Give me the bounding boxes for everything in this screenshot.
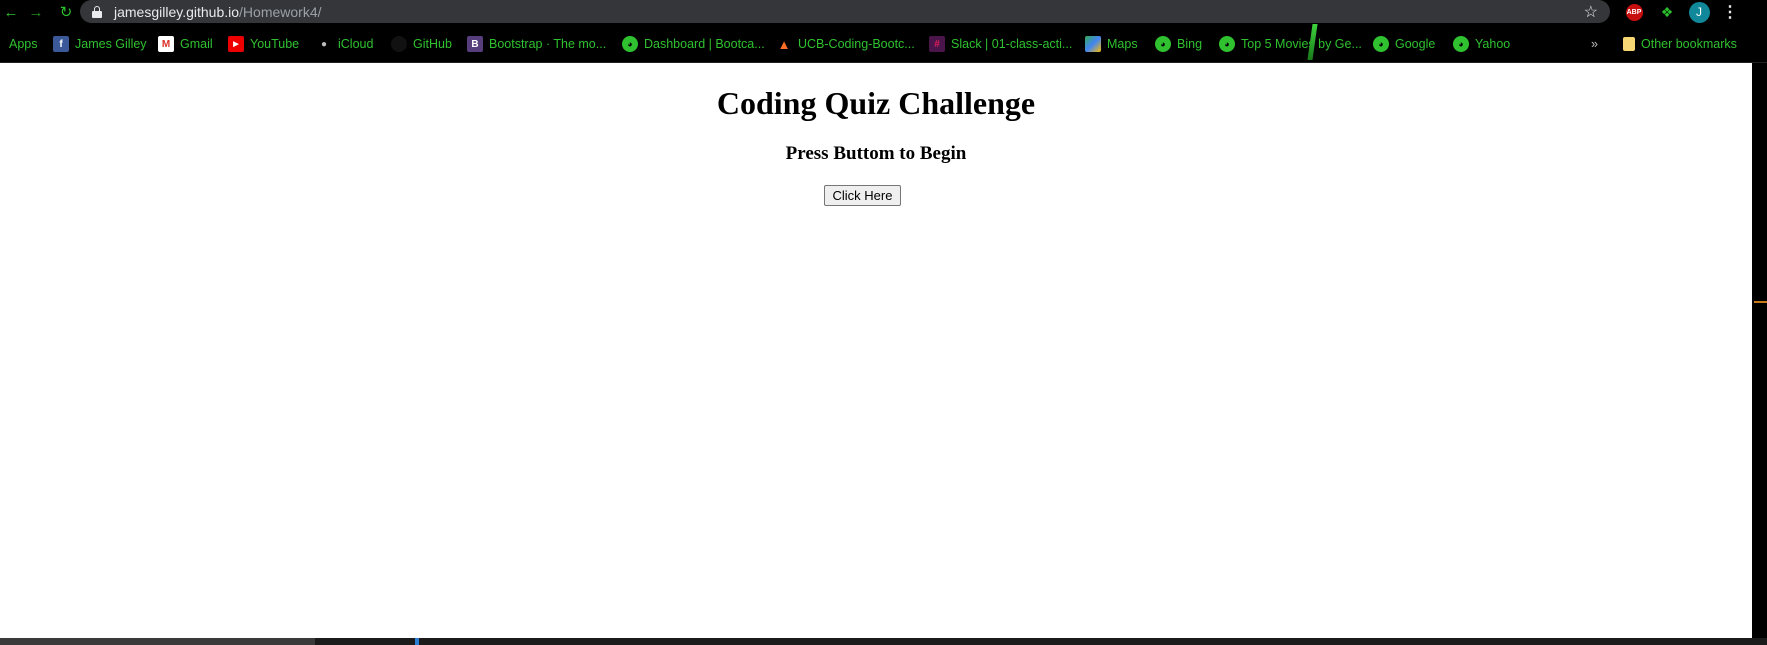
bookmark-apps[interactable]: Apps	[9, 35, 38, 53]
forward-arrow-icon[interactable]: →	[25, 0, 47, 24]
bookmark-label: YouTube	[250, 37, 300, 51]
bookmark-maps[interactable]: Maps	[1085, 35, 1138, 53]
back-arrow-icon[interactable]: ←	[0, 0, 22, 24]
bookmark-slack[interactable]: # Slack | 01-class-acti...	[929, 35, 1072, 53]
bookmark-label: Other bookmarks	[1641, 37, 1737, 51]
bookmark-label: Google	[1395, 37, 1436, 51]
bookmark-google[interactable]: ◕ Google	[1373, 35, 1435, 53]
slack-icon: #	[929, 36, 945, 52]
bookmark-label: James Gilley	[75, 37, 147, 51]
bookmarks-bar: Apps f James Gilley M Gmail ▶ YouTube ● …	[0, 24, 1767, 63]
other-bookmarks[interactable]: Other bookmarks	[1623, 35, 1737, 53]
bookmark-yahoo[interactable]: ◕ Yahoo	[1453, 35, 1510, 53]
github-icon	[391, 36, 407, 52]
start-quiz-button[interactable]: Click Here	[824, 185, 901, 206]
bookmark-label: Apps	[9, 37, 38, 51]
taskbar-segment	[415, 638, 419, 645]
bookmark-top5-movies[interactable]: ◕ Top 5 Movies by Ge...	[1219, 35, 1362, 53]
bookmark-bootstrap[interactable]: B Bootstrap · The mo...	[467, 35, 606, 53]
scrollbar[interactable]	[1752, 63, 1767, 638]
url-path: /Homework4/	[239, 3, 322, 20]
bookmark-label: Bootstrap · The mo...	[489, 37, 607, 51]
bookmark-label: Dashboard | Bootca...	[644, 37, 765, 51]
bookmark-label: GitHub	[413, 37, 452, 51]
bookmark-james-gilley[interactable]: f James Gilley	[53, 35, 147, 53]
page-content: Coding Quiz Challenge Press Buttom to Be…	[0, 63, 1752, 638]
bookmark-label: Top 5 Movies by Ge...	[1241, 37, 1362, 51]
globe-icon: ◕	[1453, 36, 1469, 52]
folder-icon	[1623, 37, 1635, 51]
gitlab-icon: ▲	[777, 36, 791, 52]
bookmark-icloud[interactable]: ● iCloud	[316, 35, 373, 53]
avatar-initial: J	[1688, 1, 1710, 23]
bookmark-youtube[interactable]: ▶ YouTube	[228, 35, 299, 53]
bookmark-bing[interactable]: ◕ Bing	[1155, 35, 1202, 53]
profile-avatar[interactable]: J	[1688, 1, 1710, 23]
bookmarks-overflow-chevron-icon[interactable]: »	[1591, 35, 1598, 53]
page-title: Coding Quiz Challenge	[716, 85, 1036, 121]
taskbar-segment	[0, 638, 315, 645]
bookmark-label: Yahoo	[1475, 37, 1511, 51]
globe-icon: ◕	[1219, 36, 1235, 52]
apple-icon: ●	[320, 38, 328, 50]
taskbar-strip	[0, 638, 1767, 645]
globe-icon: ◕	[1155, 36, 1171, 52]
maps-icon	[1085, 36, 1101, 52]
reload-icon[interactable]: ↻	[55, 0, 77, 24]
bookmark-label: Bing	[1177, 37, 1203, 51]
bookmark-label: Slack | 01-class-acti...	[951, 37, 1073, 51]
bookmark-gmail[interactable]: M Gmail	[158, 35, 213, 53]
bookmark-dashboard[interactable]: ◕ Dashboard | Bootca...	[622, 35, 765, 53]
bookmark-label: Maps	[1107, 37, 1138, 51]
scroll-marker	[1754, 301, 1767, 303]
globe-icon: ◕	[622, 36, 638, 52]
gmail-icon: M	[158, 36, 174, 52]
bookmark-star-icon[interactable]: ☆	[1584, 2, 1598, 22]
url-host: jamesgilley.github.io	[114, 3, 240, 20]
bookmark-label: Gmail	[180, 37, 213, 51]
facebook-icon: f	[53, 36, 69, 52]
bootstrap-icon: B	[467, 36, 483, 52]
url-text[interactable]: jamesgilley.github.io/Homework4/	[114, 4, 322, 20]
bookmark-label: UCB-Coding-Bootc...	[798, 37, 915, 51]
youtube-icon: ▶	[228, 36, 244, 52]
lock-icon[interactable]	[92, 5, 102, 18]
bookmark-github[interactable]: GitHub	[391, 35, 452, 53]
address-bar[interactable]: jamesgilley.github.io/Homework4/ ☆	[80, 0, 1610, 23]
adblock-icon: ABP	[1625, 3, 1643, 21]
adblock-extension-button[interactable]: ABP	[1624, 2, 1644, 22]
extensions-puzzle-icon[interactable]: ❖	[1657, 2, 1677, 22]
browser-menu-kebab-icon[interactable]: ⋮	[1720, 2, 1740, 22]
globe-icon: ◕	[1373, 36, 1389, 52]
bookmark-label: iCloud	[338, 37, 374, 51]
bookmark-ucb-coding[interactable]: ▲ UCB-Coding-Bootc...	[776, 35, 915, 53]
page-subtitle: Press Buttom to Begin	[785, 143, 967, 164]
